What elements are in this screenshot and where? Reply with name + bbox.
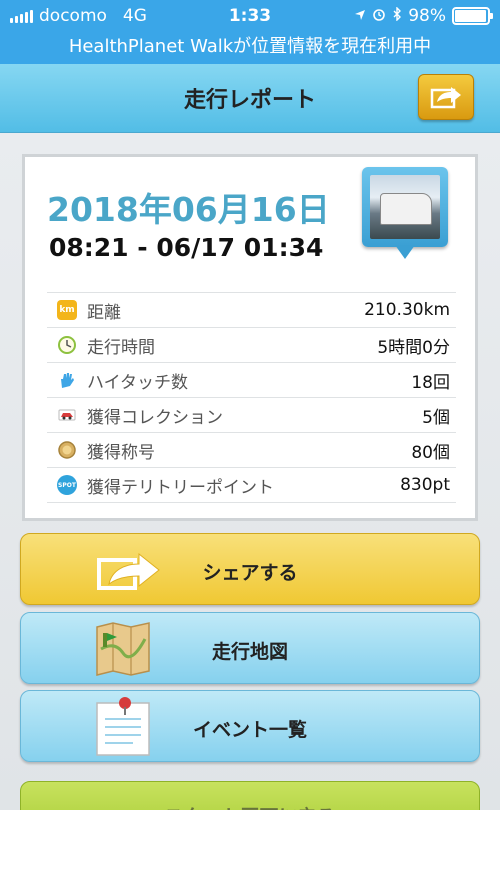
stat-row-titles: 獲得称号 80個 — [47, 432, 456, 467]
stat-label: 獲得テリトリーポイント — [87, 477, 274, 498]
report-date: 2018年06月16日 — [47, 190, 330, 229]
car-icon — [57, 405, 77, 425]
share-arrow-icon — [430, 87, 461, 109]
battery-icon — [452, 7, 493, 25]
stat-value: 5個 — [422, 407, 450, 428]
clock-icon — [57, 335, 77, 355]
stat-row-territory: SPOT 獲得テリトリーポイント 830pt — [47, 467, 456, 503]
stat-row-collection: 獲得コレクション 5個 — [47, 397, 456, 432]
stat-value: 5時間0分 — [377, 337, 450, 358]
spot-icon: SPOT — [57, 475, 77, 495]
content-area: 2018年06月16日 08:21 - 06/17 01:34 km 距離 21… — [0, 133, 500, 889]
van-image — [380, 193, 432, 225]
nav-bar: 走行レポート — [0, 64, 500, 133]
route-map-button[interactable]: 走行地図 — [20, 612, 480, 684]
alarm-icon — [372, 6, 386, 26]
share-button[interactable]: シェアする — [20, 533, 480, 605]
stat-label: ハイタッチ数 — [87, 372, 188, 393]
route-map-label: 走行地図 — [211, 641, 288, 663]
stat-value: 80個 — [411, 442, 450, 463]
status-bar: docomo 4G 1:33 98% — [0, 0, 500, 32]
stat-value: 830pt — [400, 475, 450, 495]
stats-list: km 距離 210.30km 走行時間 5時間0分 ハイタッチ数 18回 獲得コ… — [47, 292, 456, 503]
km-icon: km — [57, 300, 77, 320]
stat-value: 18回 — [411, 372, 450, 393]
app-screen: docomo 4G 1:33 98% HealthPlanet Walkが位置情… — [0, 0, 500, 889]
report-time-range: 08:21 - 06/17 01:34 — [49, 233, 324, 262]
hand-icon — [57, 370, 77, 390]
medal-icon — [57, 440, 77, 460]
vehicle-photo — [370, 175, 440, 239]
location-arrow-icon — [354, 6, 366, 26]
location-notice-bar[interactable]: HealthPlanet Walkが位置情報を現在利用中 — [0, 32, 500, 64]
bottom-panel — [0, 810, 500, 889]
share-header-button[interactable] — [418, 74, 474, 120]
stat-row-distance: km 距離 210.30km — [47, 292, 456, 327]
share-button-label: シェアする — [202, 562, 298, 584]
pin-tail — [395, 245, 415, 259]
vehicle-photo-pin[interactable] — [362, 167, 448, 259]
stat-value: 210.30km — [364, 300, 450, 320]
event-list-button[interactable]: イベント一覧 — [20, 690, 480, 762]
stat-row-duration: 走行時間 5時間0分 — [47, 327, 456, 362]
stat-label: 走行時間 — [87, 337, 155, 358]
status-right: 98% — [354, 6, 493, 26]
stat-label: 距離 — [87, 302, 121, 323]
stat-row-hightouch: ハイタッチ数 18回 — [47, 362, 456, 397]
report-card: 2018年06月16日 08:21 - 06/17 01:34 km 距離 21… — [22, 154, 478, 521]
bluetooth-icon — [392, 6, 402, 26]
stat-label: 獲得称号 — [87, 442, 155, 463]
stat-label: 獲得コレクション — [87, 407, 223, 428]
event-list-label: イベント一覧 — [192, 719, 307, 741]
battery-percent: 98% — [408, 6, 446, 26]
